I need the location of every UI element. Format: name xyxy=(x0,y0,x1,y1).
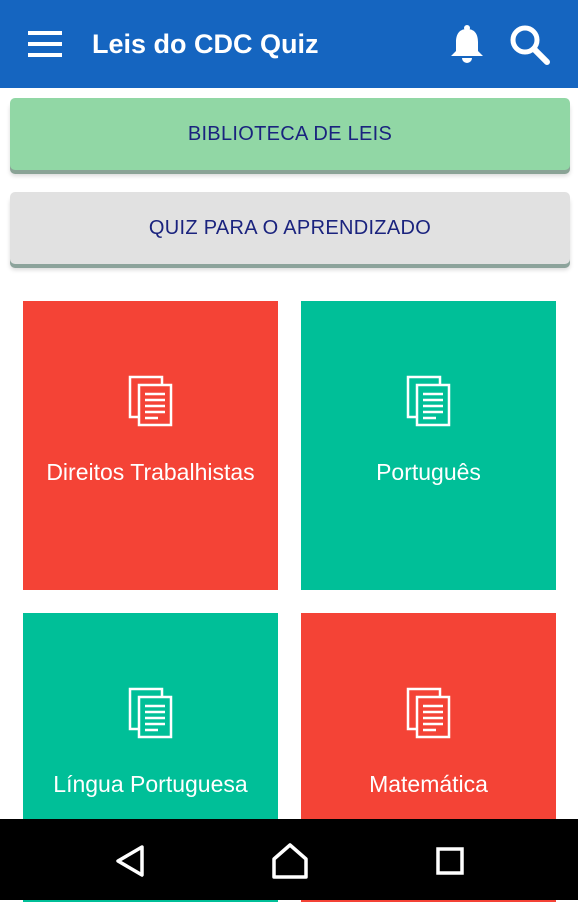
search-icon xyxy=(510,25,550,65)
notifications-button[interactable] xyxy=(448,24,486,64)
recents-icon xyxy=(436,847,464,875)
tile-label: Matemática xyxy=(369,771,488,797)
tile-label: Língua Portuguesa xyxy=(53,771,248,797)
home-icon xyxy=(272,843,308,879)
system-nav-bar xyxy=(0,819,578,900)
document-icon xyxy=(406,687,451,739)
home-button[interactable] xyxy=(268,839,312,883)
tile-label: Português xyxy=(376,459,481,485)
back-icon xyxy=(116,845,144,877)
library-button-label: BIBLIOTECA DE LEIS xyxy=(187,123,393,145)
app-bar: Leis do CDC Quiz xyxy=(0,0,578,88)
library-button[interactable]: BIBLIOTECA DE LEIS xyxy=(10,98,570,170)
category-tile-direitos-trabalhistas[interactable]: Direitos Trabalhistas xyxy=(23,301,278,590)
quiz-button[interactable]: QUIZ PARA O APRENDIZADO xyxy=(10,192,570,264)
document-icon xyxy=(128,375,173,427)
app-title: Leis do CDC Quiz xyxy=(92,29,319,59)
quiz-button-label: QUIZ PARA O APRENDIZADO xyxy=(148,217,432,239)
document-icon xyxy=(128,687,173,739)
category-tile-portugues[interactable]: Português xyxy=(301,301,556,590)
document-icon xyxy=(406,375,451,427)
menu-button[interactable] xyxy=(28,30,62,58)
search-button[interactable] xyxy=(509,24,551,66)
tile-label: Direitos Trabalhistas xyxy=(46,459,255,485)
bell-icon xyxy=(451,25,483,63)
back-button[interactable] xyxy=(108,839,152,883)
recents-button[interactable] xyxy=(428,839,472,883)
menu-icon xyxy=(28,31,62,57)
